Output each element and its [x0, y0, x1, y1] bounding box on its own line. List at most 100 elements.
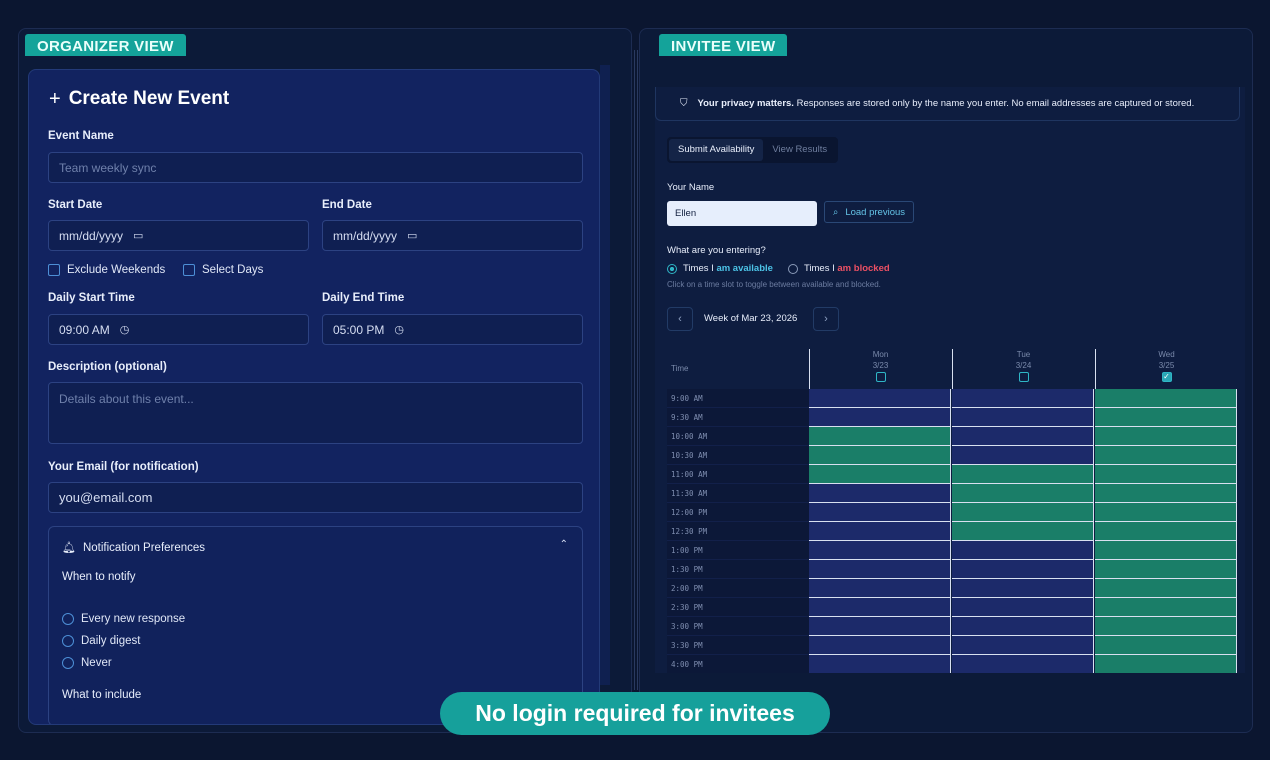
- time-slot[interactable]: [952, 465, 1094, 484]
- time-slot[interactable]: [952, 389, 1094, 408]
- radio-button[interactable]: [62, 657, 74, 669]
- time-slot[interactable]: [952, 617, 1094, 636]
- day-select-checkbox[interactable]: [875, 372, 886, 382]
- chevron-up-icon[interactable]: ⌃: [560, 539, 568, 550]
- time-slot[interactable]: [1095, 465, 1237, 484]
- option-available[interactable]: Times I am available: [683, 263, 773, 274]
- event-name-label: Event Name: [48, 130, 114, 142]
- select-days-checkbox[interactable]: Select Days: [183, 264, 263, 276]
- notify-option-every[interactable]: Every new response: [62, 613, 185, 625]
- time-slot[interactable]: [809, 484, 951, 503]
- time-slot[interactable]: [952, 522, 1094, 541]
- time-slot[interactable]: [952, 408, 1094, 427]
- time-slot[interactable]: [952, 446, 1094, 465]
- notify-option-never[interactable]: Never: [62, 657, 112, 669]
- time-slot[interactable]: [952, 503, 1094, 522]
- time-slot[interactable]: [1095, 636, 1237, 655]
- calendar-icon[interactable]: ▭: [133, 229, 143, 242]
- notify-option-digest[interactable]: Daily digest: [62, 635, 140, 647]
- calendar-icon[interactable]: ▭: [407, 229, 417, 242]
- tab-view-results[interactable]: View Results: [763, 139, 836, 161]
- time-slot[interactable]: [809, 579, 951, 598]
- radio-button[interactable]: [62, 635, 74, 647]
- daily-end-input[interactable]: 05:00 PM ◷: [322, 314, 583, 345]
- time-slot[interactable]: [809, 446, 951, 465]
- time-slot[interactable]: [952, 636, 1094, 655]
- start-date-label: Start Date: [48, 199, 103, 211]
- search-icon: ⌕: [833, 206, 839, 218]
- time-slot[interactable]: [952, 560, 1094, 579]
- time-label: 10:30 AM: [667, 446, 809, 465]
- organizer-panel: ORGANIZER VIEW + Create New Event Event …: [18, 28, 632, 733]
- time-slot[interactable]: [1095, 522, 1237, 541]
- time-slot[interactable]: [809, 389, 951, 408]
- load-previous-button[interactable]: ⌕ Load previous: [824, 201, 915, 223]
- radio-button[interactable]: [62, 613, 74, 625]
- time-slot[interactable]: [809, 598, 951, 617]
- option-available-highlight: am available: [716, 263, 773, 274]
- start-date-value: mm/dd/yyyy: [59, 228, 124, 243]
- time-slot[interactable]: [1095, 617, 1237, 636]
- day-name: Mon: [872, 350, 889, 359]
- description-textarea[interactable]: Details about this event...: [48, 382, 583, 444]
- time-slot[interactable]: [952, 655, 1094, 673]
- option-blocked-highlight: am blocked: [837, 263, 890, 274]
- time-slot[interactable]: [952, 484, 1094, 503]
- next-week-button[interactable]: ›: [813, 307, 839, 331]
- time-slot[interactable]: [809, 465, 951, 484]
- time-slot[interactable]: [809, 522, 951, 541]
- time-slot[interactable]: [952, 427, 1094, 446]
- time-slot[interactable]: [1095, 446, 1237, 465]
- time-slot[interactable]: [1095, 389, 1237, 408]
- time-slot[interactable]: [809, 560, 951, 579]
- time-slot[interactable]: [952, 579, 1094, 598]
- event-name-input[interactable]: Team weekly sync: [48, 152, 583, 183]
- end-date-input[interactable]: mm/dd/yyyy ▭: [322, 220, 583, 251]
- time-slot[interactable]: [809, 617, 951, 636]
- name-input[interactable]: Ellen: [667, 201, 817, 226]
- time-slot[interactable]: [952, 541, 1094, 560]
- day-select-checkbox[interactable]: [1018, 372, 1029, 382]
- notification-title: Notification Preferences: [82, 541, 206, 554]
- time-slot[interactable]: [1095, 408, 1237, 427]
- time-label: 4:00 PM: [667, 655, 809, 673]
- time-slot[interactable]: [1095, 541, 1237, 560]
- privacy-text: Responses are stored only by the name yo…: [796, 98, 1195, 109]
- prev-week-button[interactable]: ‹: [667, 307, 693, 331]
- clock-icon[interactable]: ◷: [394, 323, 404, 336]
- radio-blocked[interactable]: [787, 263, 798, 274]
- time-slot[interactable]: [809, 655, 951, 673]
- time-slot[interactable]: [1095, 427, 1237, 446]
- tab-submit-availability[interactable]: Submit Availability: [669, 139, 764, 161]
- exclude-weekends-checkbox[interactable]: Exclude Weekends: [48, 264, 165, 276]
- time-slot[interactable]: [1095, 484, 1237, 503]
- time-label: 2:00 PM: [667, 579, 809, 598]
- day-select-checkbox[interactable]: ✓: [1161, 372, 1172, 382]
- time-slot[interactable]: [809, 541, 951, 560]
- time-slot[interactable]: [1095, 598, 1237, 617]
- time-slot[interactable]: [809, 503, 951, 522]
- checkbox-box[interactable]: [183, 264, 195, 276]
- time-slot[interactable]: [952, 598, 1094, 617]
- time-slot[interactable]: [809, 636, 951, 655]
- end-date-label: End Date: [322, 199, 372, 211]
- invitee-view-tag: INVITEE VIEW: [659, 34, 788, 56]
- time-slot[interactable]: [1095, 560, 1237, 579]
- radio-available[interactable]: [667, 263, 677, 274]
- email-input[interactable]: you@email.com: [48, 482, 583, 513]
- time-label: 9:00 AM: [667, 389, 809, 408]
- no-login-banner: No login required for invitees: [440, 692, 830, 735]
- time-slot[interactable]: [809, 408, 951, 427]
- start-date-input[interactable]: mm/dd/yyyy ▭: [48, 220, 309, 251]
- daily-start-input[interactable]: 09:00 AM ◷: [48, 314, 309, 345]
- time-label: 10:00 AM: [667, 427, 809, 446]
- time-slot[interactable]: [1095, 503, 1237, 522]
- time-slot[interactable]: [809, 427, 951, 446]
- notification-header[interactable]: 🔔︎ Notification Preferences: [62, 541, 206, 555]
- time-slot[interactable]: [1095, 579, 1237, 598]
- time-slot[interactable]: [1095, 655, 1237, 673]
- clock-icon[interactable]: ◷: [120, 323, 130, 336]
- checkbox-box[interactable]: [48, 264, 60, 276]
- daily-start-label: Daily Start Time: [48, 292, 135, 304]
- option-blocked[interactable]: Times I am blocked: [804, 263, 890, 274]
